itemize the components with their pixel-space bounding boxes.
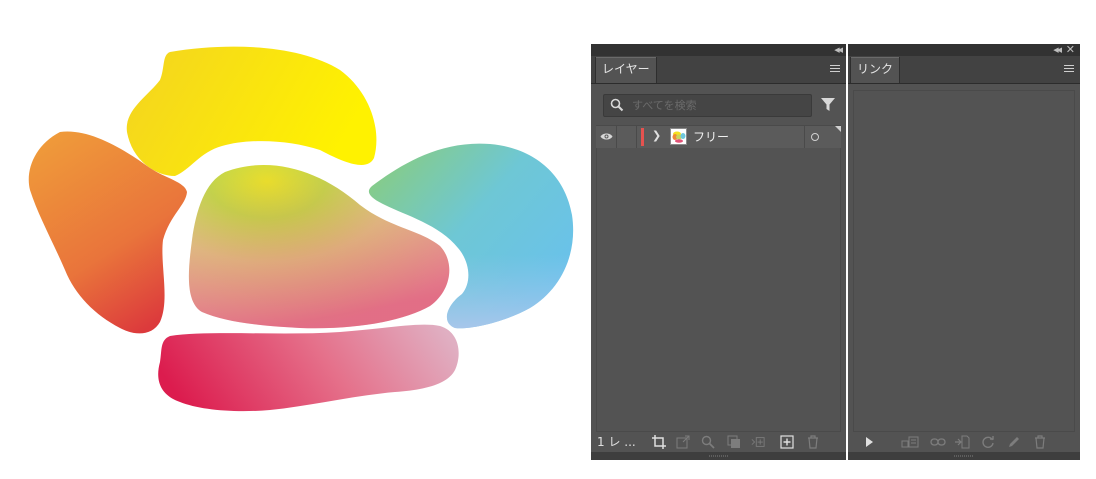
panel-menu-icon[interactable] — [1064, 65, 1074, 73]
search-placeholder: すべてを検索 — [632, 99, 697, 112]
panel-resize-grip[interactable] — [591, 452, 846, 460]
go-to-link-icon[interactable] — [954, 435, 970, 449]
trash-icon[interactable] — [806, 435, 820, 449]
artboard-clip-icon[interactable] — [652, 435, 666, 449]
layer-name[interactable]: フリー — [693, 126, 729, 148]
yellow-shape — [126, 46, 377, 176]
links-title-bar[interactable]: ◀◀ ✕ — [848, 44, 1080, 56]
eye-icon[interactable] — [600, 132, 613, 141]
edit-original-icon[interactable] — [1007, 435, 1021, 449]
layer-count-label: 1 レ ... — [597, 435, 636, 449]
delete-link-icon[interactable] — [1033, 435, 1047, 449]
update-link-icon[interactable] — [981, 435, 995, 449]
search-icon — [610, 98, 624, 112]
expand-chevron-icon[interactable]: ❯ — [652, 129, 661, 142]
layer-row[interactable]: ❯ フリー — [596, 125, 841, 149]
layer-color-swatch — [641, 128, 644, 146]
layers-footer: 1 レ ... — [591, 432, 846, 452]
new-sublayer-icon[interactable] — [751, 435, 765, 449]
filter-icon[interactable] — [820, 97, 836, 112]
layers-panel: ◀◀ レイヤー すべてを検索 ❯ フリー 1 レ ... — [591, 44, 846, 460]
links-footer — [848, 432, 1080, 452]
clipping-mask-icon[interactable] — [727, 435, 741, 449]
pink-shape — [158, 324, 459, 412]
collapse-panel-icon[interactable]: ◀◀ — [1053, 44, 1062, 56]
relink-library-icon[interactable] — [901, 435, 919, 449]
links-panel: ◀◀ ✕ リンク — [848, 44, 1080, 460]
close-icon[interactable]: ✕ — [1066, 44, 1075, 56]
selection-corner-icon — [835, 126, 841, 132]
locate-object-icon[interactable] — [701, 435, 715, 449]
tab-layers[interactable]: レイヤー — [595, 57, 657, 83]
target-circle-icon[interactable] — [811, 133, 819, 141]
panel-menu-icon[interactable] — [830, 65, 840, 73]
layers-list-area — [596, 148, 841, 432]
collapse-panel-icon[interactable]: ◀◀ — [834, 44, 843, 56]
links-tab-bar: リンク — [848, 56, 1080, 84]
tab-links[interactable]: リンク — [850, 57, 901, 83]
links-list-area — [853, 90, 1075, 432]
layers-tab-bar: レイヤー — [591, 56, 846, 84]
export-icon[interactable] — [676, 435, 690, 449]
artwork-canvas — [28, 46, 574, 412]
layers-title-bar[interactable]: ◀◀ — [591, 44, 846, 56]
show-info-icon[interactable] — [862, 435, 876, 449]
relink-icon[interactable] — [930, 435, 946, 449]
layer-thumbnail — [670, 128, 687, 145]
panel-resize-grip[interactable] — [848, 452, 1080, 460]
new-layer-icon[interactable] — [780, 435, 794, 449]
layers-search-input[interactable]: すべてを検索 — [603, 94, 812, 117]
